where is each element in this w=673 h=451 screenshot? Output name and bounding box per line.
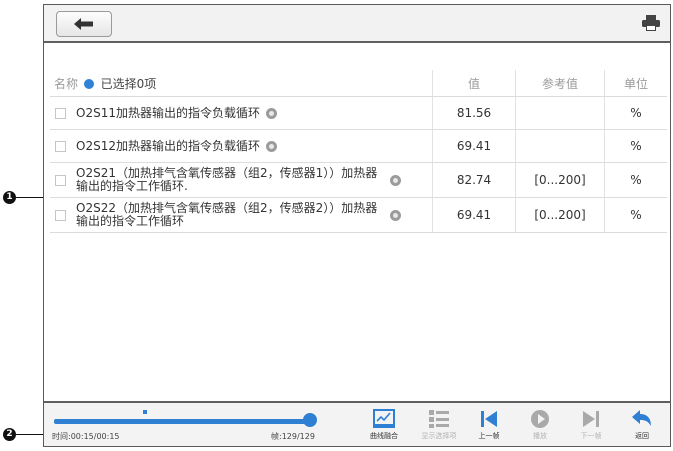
info-icon[interactable] [265, 140, 277, 152]
row-checkbox[interactable] [55, 209, 66, 221]
parameter-unit: % [604, 129, 667, 163]
name-header-label: 名称 [54, 76, 79, 91]
table-row[interactable]: O2S22（加热排气含氧传感器（组2，传感器2））加热器输出的指令工作循环 69… [50, 197, 667, 233]
row-checkbox[interactable] [55, 107, 66, 119]
next-frame-button[interactable]: 下一帧 [571, 408, 611, 441]
back-arrow-icon [74, 18, 93, 30]
parameter-unit: % [604, 162, 667, 198]
callout-marker-1: 1 [3, 191, 16, 204]
table-row[interactable]: O2S12加热器输出的指令负载循环 69.41 % [50, 129, 667, 163]
show-selected-button[interactable]: 显示选择项 [419, 408, 459, 441]
parameter-name: O2S22（加热排气含氧传感器（组2，传感器2））加热器输出的指令工作循环 [76, 201, 378, 228]
parameter-reference [515, 96, 605, 130]
callout-leader-2 [16, 434, 44, 435]
callout-leader-1 [16, 197, 44, 198]
table-row[interactable]: O2S11加热器输出的指令负载循环 81.56 % [50, 96, 667, 130]
play-button[interactable]: 播放 [520, 408, 560, 441]
return-button[interactable]: 返回 [622, 408, 662, 441]
info-icon[interactable] [390, 209, 401, 221]
next-frame-icon [583, 411, 599, 427]
parameter-reference [515, 129, 605, 163]
info-icon[interactable] [265, 107, 277, 119]
previous-frame-label: 上一帧 [478, 432, 500, 440]
parameter-value: 81.56 [432, 96, 516, 130]
reference-column-header: 参考值 [515, 70, 605, 97]
parameter-value: 69.41 [432, 129, 516, 163]
playback-time: 时间:00:15/00:15 [52, 432, 120, 441]
data-table: 名称 已选择0项 值 参考值 单位 O2S11加热器输出的指令负载循环 81.5… [50, 70, 667, 233]
selected-count-label: 已选择0项 [100, 76, 157, 91]
next-frame-label: 下一帧 [580, 432, 602, 440]
progress-slider-handle[interactable] [303, 413, 317, 427]
show-selected-label: 显示选择项 [421, 432, 457, 440]
list-icon [429, 410, 449, 428]
play-label: 播放 [533, 432, 547, 440]
parameter-value: 69.41 [432, 197, 516, 233]
play-icon [531, 410, 549, 428]
value-column-header: 值 [432, 70, 516, 97]
progress-marker [143, 410, 147, 414]
parameter-reference: [0...200] [515, 162, 605, 198]
row-checkbox[interactable] [55, 140, 66, 152]
return-label: 返回 [635, 432, 649, 440]
playback-bar: 时间:00:15/00:15 帧:129/129 曲线融合 显示选择项 上一帧 … [44, 401, 670, 446]
unit-column-header: 单位 [604, 70, 667, 97]
parameter-unit: % [604, 197, 667, 233]
parameter-name: O2S21（加热排气含氧传感器（组2，传感器1））加热器输出的指令工作循环. [76, 166, 378, 193]
parameter-name: O2S12加热器输出的指令负载循环 [76, 138, 260, 153]
select-all-toggle-icon[interactable] [83, 79, 94, 89]
chart-icon [373, 409, 395, 428]
data-stream-panel: 名称 已选择0项 值 参考值 单位 O2S11加热器输出的指令负载循环 81.5… [44, 43, 670, 400]
curve-merge-label: 曲线融合 [370, 432, 398, 440]
top-toolbar [44, 5, 670, 43]
print-icon[interactable] [642, 15, 660, 31]
parameter-value: 82.74 [432, 162, 516, 198]
callout-marker-2: 2 [3, 428, 16, 441]
table-header-row: 名称 已选择0项 值 参考值 单位 [50, 70, 667, 97]
curve-merge-button[interactable]: 曲线融合 [364, 408, 404, 441]
info-icon[interactable] [390, 174, 401, 186]
name-column-header: 名称 已选择0项 [50, 70, 433, 97]
parameter-reference: [0...200] [515, 197, 605, 233]
previous-frame-button[interactable]: 上一帧 [469, 408, 509, 441]
return-icon [632, 410, 651, 426]
previous-frame-icon [481, 411, 497, 427]
device-screen: 名称 已选择0项 值 参考值 单位 O2S11加热器输出的指令负载循环 81.5… [43, 4, 671, 447]
progress-track[interactable] [54, 419, 316, 424]
table-row[interactable]: O2S21（加热排气含氧传感器（组2，传感器1））加热器输出的指令工作循环. 8… [50, 162, 667, 198]
row-checkbox[interactable] [55, 174, 66, 186]
frame-counter: 帧:129/129 [271, 432, 315, 441]
parameter-name: O2S11加热器输出的指令负载循环 [76, 105, 260, 120]
parameter-unit: % [604, 96, 667, 130]
back-button[interactable] [56, 11, 112, 37]
